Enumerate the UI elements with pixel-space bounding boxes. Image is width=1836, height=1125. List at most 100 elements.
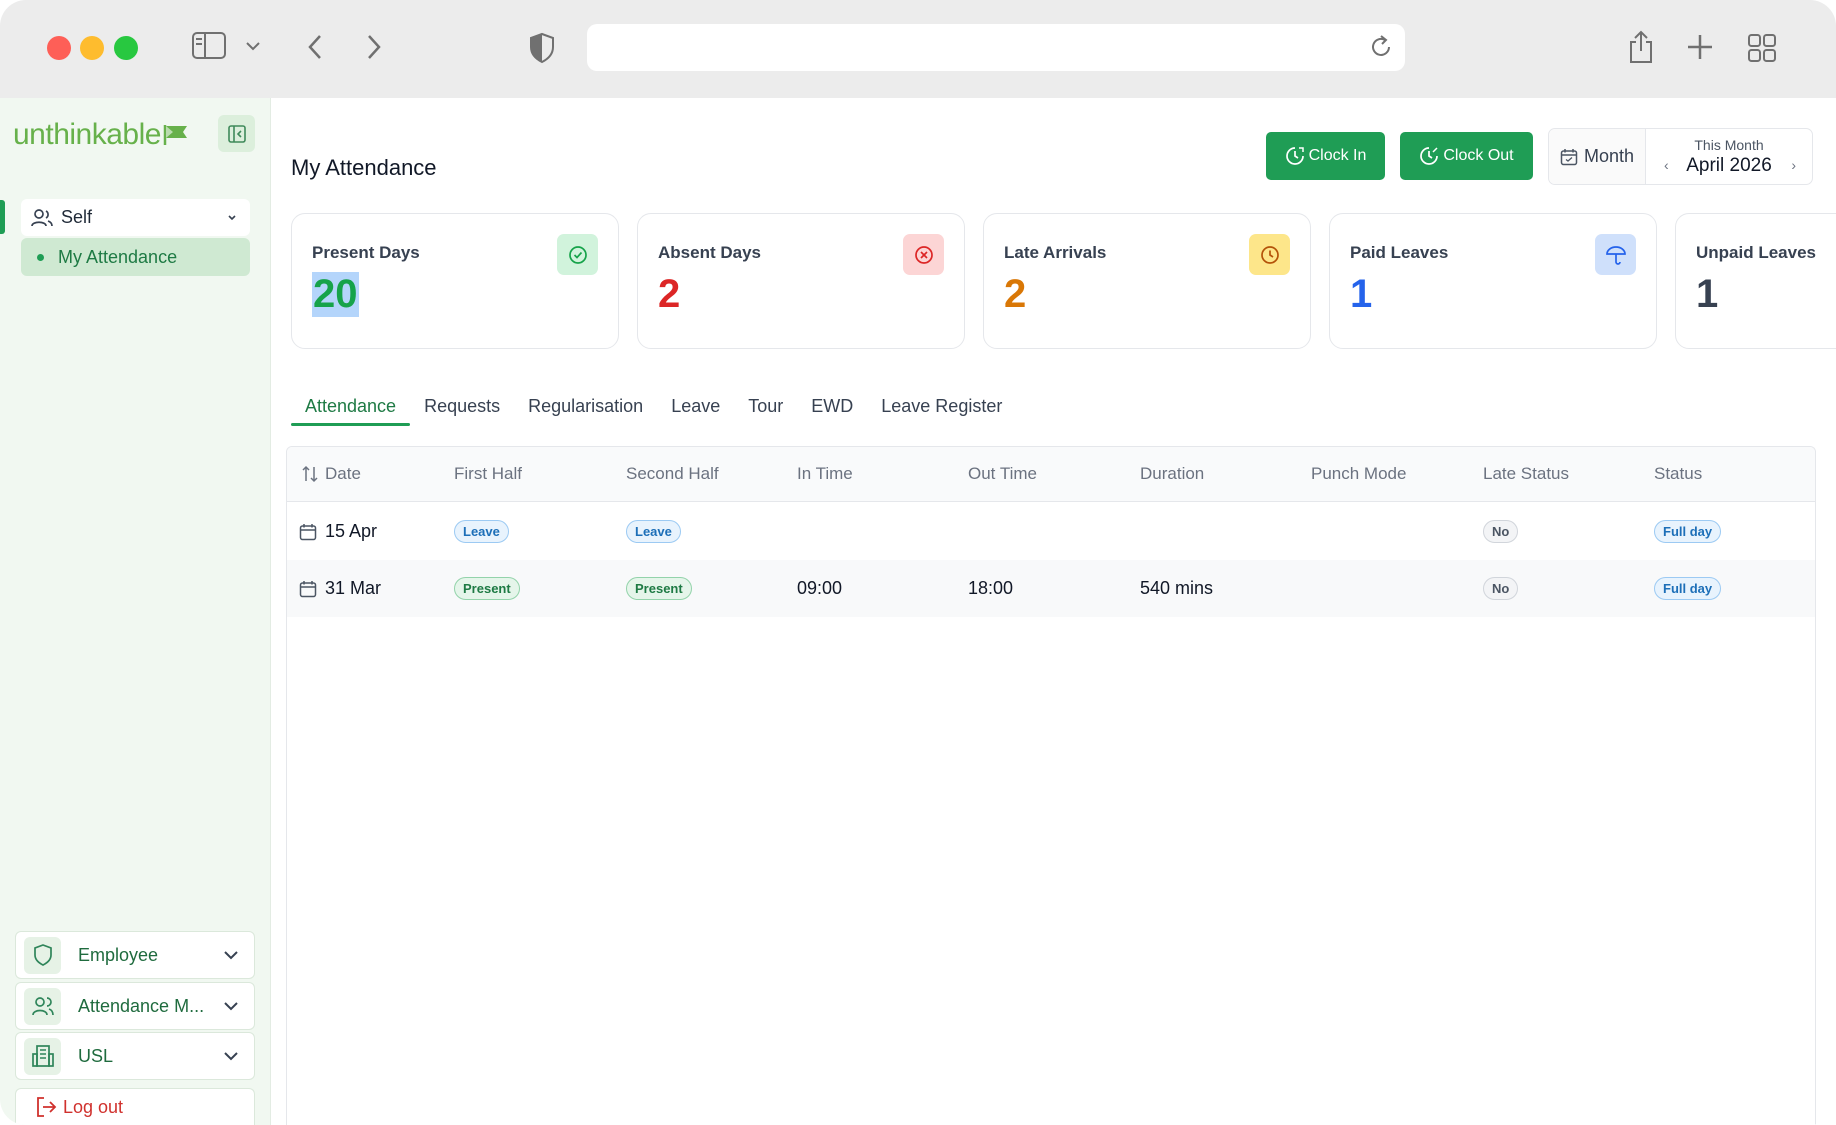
sidebar-toggle-icon[interactable] — [192, 32, 228, 60]
summary-cards: Present Days 20 Absent Days 2 Late Arriv… — [291, 213, 1836, 353]
address-bar[interactable] — [587, 24, 1405, 71]
column-header-first-half: First Half — [454, 464, 522, 483]
check-circle-icon — [557, 234, 598, 275]
building-icon — [24, 1037, 61, 1075]
month-picker[interactable]: This Month ‹ April 2026 › — [1646, 129, 1812, 184]
bullet-icon — [37, 253, 44, 261]
in-time-cell: 09:00 — [797, 578, 843, 598]
column-label: Date — [325, 464, 361, 483]
late-status-cell: No — [1483, 503, 1519, 560]
sidebar-item-my-attendance[interactable]: My Attendance — [21, 238, 250, 276]
tab-leave-register[interactable]: Leave Register — [867, 390, 1016, 426]
x-circle-icon — [903, 234, 944, 275]
period-caption: This Month — [1694, 137, 1764, 153]
period-mode-button[interactable]: Month — [1549, 129, 1646, 184]
period-value: April 2026 — [1686, 155, 1772, 176]
users-icon — [24, 987, 61, 1025]
sidebar-menu-label: USL — [78, 1045, 114, 1066]
status-badge: Present — [454, 577, 520, 600]
status-badge: Full day — [1654, 520, 1722, 543]
tab-attendance[interactable]: Attendance — [291, 390, 411, 426]
column-header-date[interactable]: Date — [301, 464, 361, 484]
back-icon[interactable] — [305, 33, 325, 61]
clock-out-button[interactable]: Clock Out — [1400, 132, 1533, 180]
card-value: 1 — [1350, 272, 1373, 316]
tab-ewd[interactable]: EWD — [797, 390, 867, 426]
table-row[interactable]: 15 Apr Leave Leave No Full day — [287, 503, 1815, 560]
clock-in-button[interactable]: Clock In — [1266, 132, 1385, 180]
shield-privacy-icon[interactable] — [528, 32, 556, 64]
card-present-days: Present Days 20 — [291, 213, 619, 349]
logo-text: unthinkable — [13, 118, 161, 151]
card-paid-leaves: Paid Leaves 1 — [1329, 213, 1657, 349]
sidebar-item-label: Self — [61, 207, 93, 227]
calendar-icon — [299, 523, 317, 540]
page-title: My Attendance — [291, 155, 437, 180]
sidebar-item-self[interactable]: Self — [21, 199, 250, 236]
table-row[interactable]: 31 Mar Present Present 09:00 18:00 540 m… — [287, 560, 1815, 617]
tab-leave[interactable]: Leave — [657, 390, 734, 426]
second-half-cell: Present — [626, 560, 692, 617]
tab-overview-icon[interactable] — [1747, 33, 1777, 63]
share-icon[interactable] — [1627, 30, 1655, 64]
card-title: Paid Leaves — [1350, 243, 1449, 262]
sidebar-menu-employee[interactable]: Employee — [15, 931, 255, 979]
tab-requests[interactable]: Requests — [410, 390, 514, 426]
close-window-button[interactable] — [47, 36, 71, 60]
card-late-arrivals: Late Arrivals 2 — [983, 213, 1311, 349]
first-half-cell: Leave — [454, 503, 509, 560]
logo[interactable]: unthinkable — [13, 118, 189, 152]
column-header-second-half: Second Half — [626, 464, 719, 483]
tab-regularisation[interactable]: Regularisation — [514, 390, 657, 426]
late-status-cell: No — [1483, 560, 1519, 617]
logout-button[interactable]: Log out — [15, 1088, 255, 1125]
forward-icon[interactable] — [364, 33, 384, 61]
column-header-punch-mode: Punch Mode — [1311, 464, 1407, 483]
column-header-out-time: Out Time — [968, 464, 1037, 483]
card-absent-days: Absent Days 2 — [637, 213, 965, 349]
umbrella-icon — [1595, 234, 1636, 275]
active-indicator — [0, 200, 5, 234]
status-badge: Leave — [454, 520, 509, 543]
reload-icon[interactable] — [1369, 34, 1393, 65]
calendar-icon — [1560, 148, 1578, 165]
status-badge: Full day — [1654, 577, 1722, 600]
panel-collapse-icon — [227, 124, 246, 143]
main-content: My Attendance Clock In Clock Out Month T… — [272, 98, 1836, 1125]
tab-bar: Attendance Requests Regularisation Leave… — [291, 390, 1016, 426]
sidebar-menu-label: Attendance M... — [78, 995, 205, 1016]
sidebar-menu-attendance-management[interactable]: Attendance M... — [15, 982, 255, 1030]
card-value: 1 — [1696, 272, 1719, 316]
card-value: 20 — [312, 272, 359, 317]
column-header-status: Status — [1654, 464, 1703, 483]
sidebar: unthinkable Self My Attendance Employee — [0, 98, 271, 1125]
clock-out-label: Clock Out — [1443, 147, 1514, 164]
next-month-button[interactable]: › — [1791, 157, 1796, 173]
clock-in-icon — [1285, 147, 1304, 165]
chevron-down-icon[interactable] — [245, 40, 261, 52]
card-unpaid-leaves: Unpaid Leaves 1 — [1675, 213, 1836, 349]
calendar-icon — [299, 580, 317, 597]
logout-icon — [37, 1097, 57, 1117]
tab-tour[interactable]: Tour — [734, 390, 797, 426]
chevron-down-icon — [222, 946, 240, 969]
second-half-cell: Leave — [626, 503, 681, 560]
card-title: Late Arrivals — [1004, 243, 1107, 262]
maximize-window-button[interactable] — [114, 36, 138, 60]
user-icon — [31, 208, 53, 226]
card-title: Present Days — [312, 243, 420, 262]
attendance-table: Date First Half Second Half In Time Out … — [286, 446, 1816, 1125]
late-status-badge: No — [1483, 520, 1519, 543]
period-mode-label: Month — [1583, 146, 1635, 166]
card-value: 2 — [1004, 272, 1027, 316]
sidebar-menu-usl[interactable]: USL — [15, 1032, 255, 1080]
period-selector: Month This Month ‹ April 2026 › — [1548, 128, 1813, 185]
collapse-sidebar-button[interactable] — [218, 115, 255, 152]
status-cell: Full day — [1654, 503, 1722, 560]
column-header-in-time: In Time — [797, 464, 853, 483]
flag-icon — [163, 125, 187, 145]
chevron-down-icon — [222, 1047, 240, 1070]
new-tab-icon[interactable] — [1686, 33, 1714, 61]
chevron-down-icon — [222, 997, 240, 1020]
minimize-window-button[interactable] — [80, 36, 104, 60]
